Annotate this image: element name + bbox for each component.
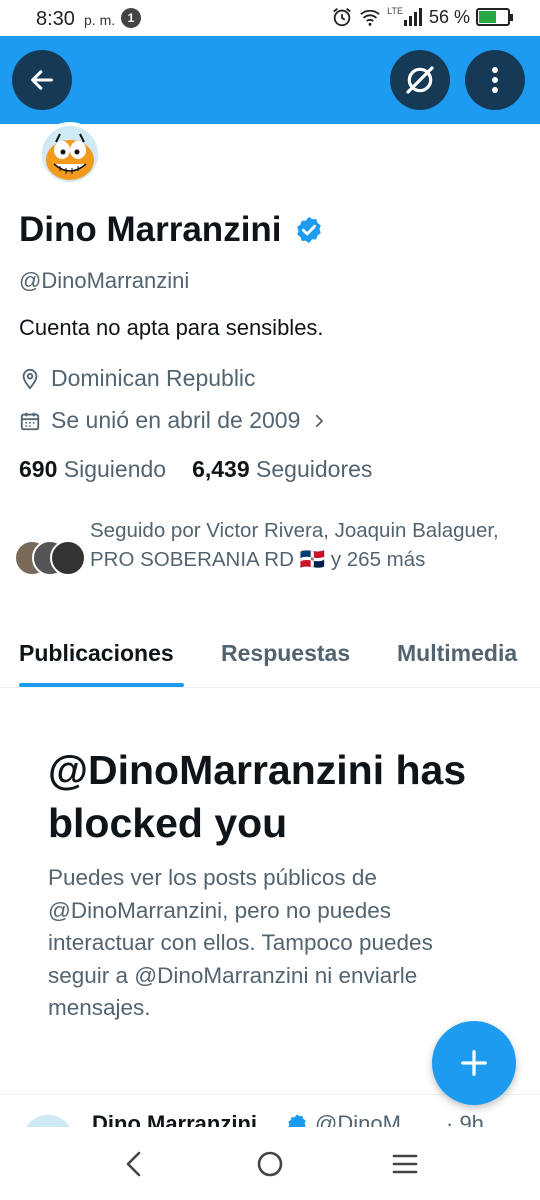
compose-button[interactable]: [432, 1021, 516, 1105]
battery-icon: [476, 8, 513, 26]
status-bar: 8:30 p. m. 1 LTE 56 %: [0, 0, 540, 36]
circle-home-icon: [257, 1151, 283, 1177]
tab-multimedia[interactable]: Multimedia: [397, 640, 517, 667]
calendar-icon: [20, 412, 40, 430]
followers-link[interactable]: 6,439 Seguidores: [192, 456, 372, 483]
more-options-button[interactable]: [465, 50, 525, 110]
tab-publicaciones[interactable]: Publicaciones: [19, 640, 174, 667]
nav-home-button[interactable]: [250, 1144, 290, 1184]
blocked-title: @DinoMarranzini has blocked you: [48, 747, 467, 846]
profile-tabs: Publicaciones Respuestas Multimedia: [0, 624, 540, 688]
post-time: · 9h: [446, 1111, 484, 1127]
post-avatar[interactable]: [22, 1115, 74, 1127]
grok-button[interactable]: [390, 50, 450, 110]
joined-text: Se unió en abril de 2009: [51, 407, 301, 433]
blocked-message: Puedes ver los posts públicos de @DinoMa…: [48, 865, 433, 1020]
profile-bio: Cuenta no apta para sensibles.: [19, 315, 324, 340]
followed-by[interactable]: Seguido por Victor Rivera, Joaquin Balag…: [14, 516, 510, 584]
battery-percent: 56 %: [428, 6, 470, 27]
back-button[interactable]: [12, 50, 72, 110]
more-vertical-icon: [492, 67, 498, 93]
following-count: 690: [19, 456, 58, 482]
followers-label: Seguidores: [256, 456, 373, 482]
profile-joined[interactable]: Se unió en abril de 2009: [19, 407, 328, 434]
profile-handle: @DinoMarranzini: [19, 268, 190, 293]
alarm-icon: [333, 8, 351, 27]
followers-count: 6,439: [192, 456, 250, 482]
nav-back-button[interactable]: [114, 1144, 154, 1184]
network-type: LTE: [387, 6, 403, 16]
follower-avatars: [14, 540, 88, 584]
chevron-left-icon: [126, 1151, 141, 1177]
battery-fill: [479, 11, 496, 23]
verified-badge-icon[interactable]: [294, 215, 324, 245]
post-author-name[interactable]: Dino Marranzini: [92, 1111, 257, 1127]
profile-avatar[interactable]: [38, 122, 102, 186]
nav-recents-button[interactable]: [385, 1144, 425, 1184]
profile-name: Dino Marranzini: [19, 210, 282, 249]
status-ampm: p. m.: [84, 12, 116, 28]
status-icons: LTE 56 %: [331, 6, 513, 28]
active-tab-indicator: [19, 683, 184, 687]
notification-count-badge: 1: [121, 8, 141, 28]
tab-respuestas[interactable]: Respuestas: [221, 640, 350, 667]
location-text: Dominican Republic: [51, 365, 256, 391]
wifi-icon: [360, 9, 380, 26]
following-label: Siguiendo: [63, 456, 167, 482]
system-nav-bar: [0, 1128, 540, 1200]
status-time: 8:30: [36, 8, 75, 30]
post-author-handle: @DinoM...: [315, 1111, 420, 1127]
garfield-avatar-image: [42, 126, 98, 182]
profile-location: Dominican Republic: [19, 365, 256, 392]
followed-by-text: Seguido por Victor Rivera, Joaquin Balag…: [90, 519, 499, 571]
profile-stats: 690 Siguiendo 6,439 Seguidores: [19, 456, 372, 483]
verified-badge-icon: [288, 1114, 306, 1127]
location-pin-icon: [22, 368, 38, 390]
follower-avatar: [50, 540, 86, 576]
profile-banner: [0, 36, 540, 124]
arrow-left-icon: [31, 70, 53, 90]
chevron-right-icon: [316, 414, 324, 427]
plus-icon: [461, 1050, 487, 1076]
following-link[interactable]: 690 Siguiendo: [19, 456, 166, 483]
grok-icon: [406, 66, 434, 94]
signal-icon: [403, 8, 422, 26]
garfield-avatar-image: [22, 1115, 74, 1127]
menu-lines-icon: [392, 1154, 418, 1174]
profile-name-row: Dino Marranzini: [19, 210, 324, 250]
